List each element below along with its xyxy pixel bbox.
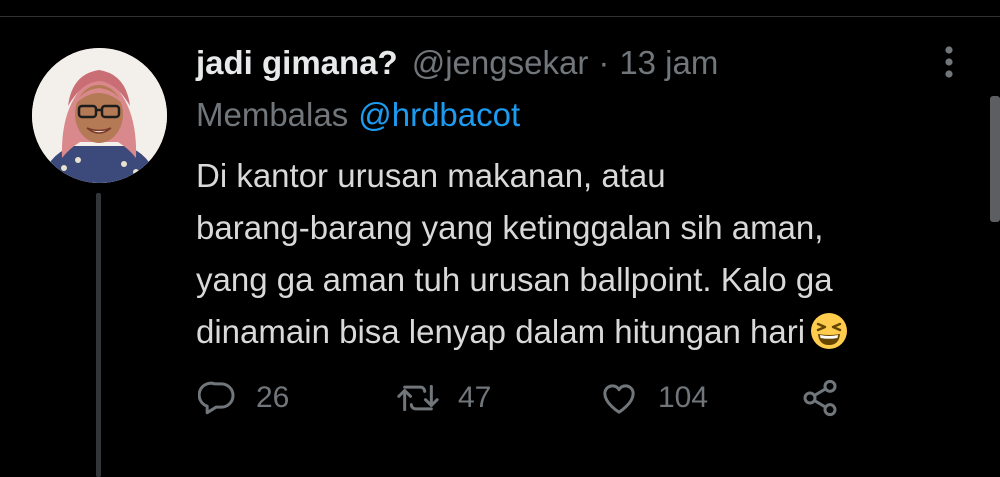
avatar[interactable] xyxy=(32,48,167,183)
scrollbar[interactable] xyxy=(990,96,1000,222)
retweet-count: 47 xyxy=(458,381,492,414)
tweet-time[interactable]: 13 jam xyxy=(619,44,718,82)
like-button[interactable]: 104 xyxy=(598,376,708,420)
retweet-button[interactable]: 47 xyxy=(396,376,491,420)
like-count: 104 xyxy=(658,381,709,414)
grinning-squinting-face-icon xyxy=(811,313,848,349)
reply-count: 26 xyxy=(256,381,290,414)
header-separator: · xyxy=(598,44,610,81)
reply-mention-link[interactable]: @hrdbacot xyxy=(358,96,520,133)
tweet-text-line: yang ga aman tuh urusan ballpoint. Kalo … xyxy=(196,261,833,298)
tweet-text: Di kantor urusan makanan, atau barang-ba… xyxy=(196,150,956,358)
more-vertical-icon[interactable] xyxy=(934,44,964,80)
heart-icon xyxy=(603,384,635,414)
tweet-text-line: barang-barang yang ketinggalan sih aman, xyxy=(196,209,824,246)
reply-button[interactable]: 26 xyxy=(198,376,289,420)
top-divider xyxy=(0,16,1000,17)
replying-to: Membalas @hrdbacot xyxy=(196,96,520,134)
retweet-icon xyxy=(397,384,439,412)
share-button[interactable] xyxy=(800,376,840,420)
share-icon xyxy=(803,379,837,417)
user-handle[interactable]: @jengsekar xyxy=(412,44,589,82)
thread-line xyxy=(96,193,101,477)
tweet-text-line: dinamain bisa lenyap dalam hitungan hari xyxy=(196,306,956,358)
display-name[interactable]: jadi gimana? xyxy=(196,44,398,82)
tweet-text-last-line: dinamain bisa lenyap dalam hitungan hari xyxy=(196,313,806,350)
tweet-text-line: Di kantor urusan makanan, atau xyxy=(196,157,666,194)
reply-icon xyxy=(198,381,235,415)
avatar-image xyxy=(32,48,167,183)
replying-to-label: Membalas xyxy=(196,96,349,133)
tweet-header: jadi gimana? @jengsekar · 13 jam xyxy=(196,42,718,84)
